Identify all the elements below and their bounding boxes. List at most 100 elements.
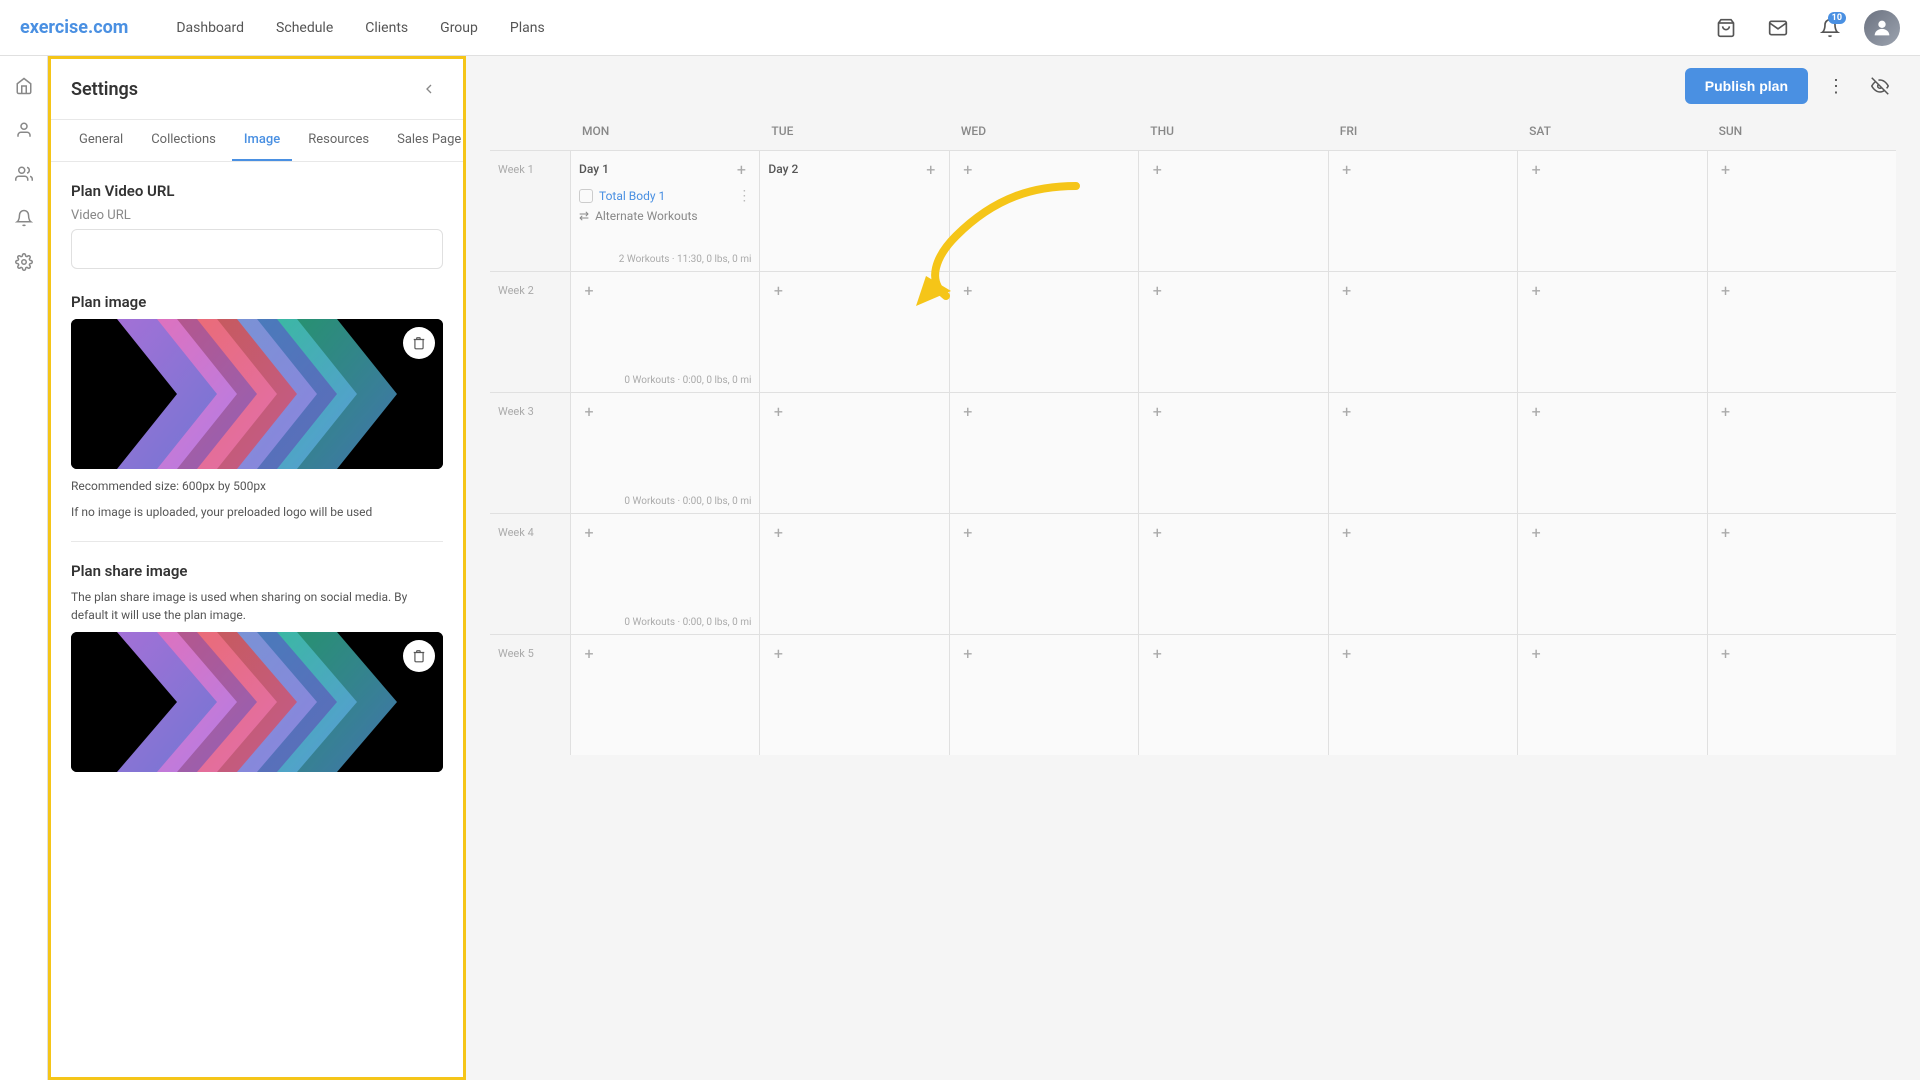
week1-day6-cell: + [1517,151,1706,271]
week4-day5-cell: + [1328,514,1517,634]
alternate-name: Alternate Workouts [595,209,698,223]
nav-right-section: 10 [1708,10,1900,46]
sidebar-user-icon[interactable] [6,112,42,148]
sidebar-home-icon[interactable] [6,68,42,104]
week4-day1-add-button[interactable]: + [579,522,599,542]
week2-day5-cell: + [1328,272,1517,392]
week2-day2-cell: + [759,272,948,392]
week1-day2-add-button[interactable]: + [921,159,941,179]
week5-day4-add-button[interactable]: + [1147,643,1167,663]
week5-day1-add-button[interactable]: + [579,643,599,663]
tab-resources[interactable]: Resources [296,120,381,161]
week3-day1-summary: 0 Workouts · 0:00, 0 lbs, 0 mi [624,496,751,507]
week5-day3-add-button[interactable]: + [958,643,978,663]
week2-day7-cell: + [1707,272,1896,392]
week-1-row: Week 1 Day 1 + Total Body 1 ⋮ ⇄ Alternat… [490,150,1896,271]
publish-plan-button[interactable]: Publish plan [1685,68,1808,104]
icon-sidebar [0,56,48,1080]
week3-day2-add-button[interactable]: + [768,401,788,421]
shop-icon-button[interactable] [1708,10,1744,46]
week3-day3-add-button[interactable]: + [958,401,978,421]
week2-day3-add-button[interactable]: + [958,280,978,300]
tab-general[interactable]: General [67,120,135,161]
week1-day3-add-button[interactable]: + [958,159,978,179]
week1-day1-add-button[interactable]: + [731,159,751,179]
header-sun: SUN [1707,116,1896,146]
sidebar-bell-icon[interactable] [6,200,42,236]
header-wed: WED [949,116,1138,146]
plan-video-url-title: Plan Video URL [71,182,443,200]
week3-day5-add-button[interactable]: + [1337,401,1357,421]
sidebar-group-icon[interactable] [6,156,42,192]
week4-day5-add-button[interactable]: + [1337,522,1357,542]
alternate-item: ⇄ Alternate Workouts [579,207,751,225]
visibility-toggle-button[interactable] [1864,70,1896,102]
week3-day4-add-button[interactable]: + [1147,401,1167,421]
week1-day4-add-button[interactable]: + [1147,159,1167,179]
nav-schedule[interactable]: Schedule [276,20,333,36]
more-options-button[interactable]: ⋮ [1820,70,1852,102]
user-avatar[interactable] [1864,10,1900,46]
tab-image[interactable]: Image [232,120,292,161]
nav-plans[interactable]: Plans [510,20,545,36]
plan-image-section: Plan image [71,293,443,521]
week1-day5-add-button[interactable]: + [1337,159,1357,179]
week2-day4-cell: + [1138,272,1327,392]
nav-dashboard[interactable]: Dashboard [176,20,244,36]
video-url-input[interactable] [71,229,443,269]
week3-day1-add-button[interactable]: + [579,401,599,421]
week5-day5-add-button[interactable]: + [1337,643,1357,663]
header-tue: TUE [759,116,948,146]
week5-day1-cell: + [570,635,759,755]
main-area: Settings General Collections Image Resou… [0,56,1920,1080]
week4-day6-add-button[interactable]: + [1526,522,1546,542]
week1-day7-add-button[interactable]: + [1716,159,1736,179]
workout-name[interactable]: Total Body 1 [599,189,665,203]
week5-day7-add-button[interactable]: + [1716,643,1736,663]
week2-day6-add-button[interactable]: + [1526,280,1546,300]
week2-day1-add-button[interactable]: + [579,280,599,300]
week2-day4-add-button[interactable]: + [1147,280,1167,300]
week5-day2-add-button[interactable]: + [768,643,788,663]
tab-collections[interactable]: Collections [139,120,228,161]
settings-panel: Settings General Collections Image Resou… [48,56,466,1080]
week2-day3-cell: + [949,272,1138,392]
week2-day7-add-button[interactable]: + [1716,280,1736,300]
tab-sales-page[interactable]: Sales Page [385,120,473,161]
notifications-icon-button[interactable]: 10 [1812,10,1848,46]
nav-group[interactable]: Group [440,20,478,36]
week1-day2-header: Day 2 + [768,159,940,179]
calendar-toolbar: Publish plan ⋮ [466,56,1920,116]
week-1-label: Week 1 [490,151,570,271]
workout-more-button[interactable]: ⋮ [737,188,751,204]
nav-clients[interactable]: Clients [365,20,408,36]
week3-day6-add-button[interactable]: + [1526,401,1546,421]
week5-day7-cell: + [1707,635,1896,755]
plan-image [71,319,443,469]
week4-day7-add-button[interactable]: + [1716,522,1736,542]
week4-day3-add-button[interactable]: + [958,522,978,542]
week4-day4-add-button[interactable]: + [1147,522,1167,542]
share-image-delete-button[interactable] [403,640,435,672]
plan-image-delete-button[interactable] [403,327,435,359]
settings-close-button[interactable] [415,75,443,103]
week3-day7-add-button[interactable]: + [1716,401,1736,421]
mail-icon-button[interactable] [1760,10,1796,46]
week3-day7-cell: + [1707,393,1896,513]
week2-day1-summary: 0 Workouts · 0:00, 0 lbs, 0 mi [624,375,751,386]
plan-image-container [71,319,443,469]
week5-day6-add-button[interactable]: + [1526,643,1546,663]
settings-content: Plan Video URL Video URL Plan image [51,162,463,1077]
image-recommended-size: Recommended size: 600px by 500px [71,477,443,495]
week4-day2-add-button[interactable]: + [768,522,788,542]
week1-day7-cell: + [1707,151,1896,271]
sidebar-settings-icon[interactable] [6,244,42,280]
plan-share-image-title: Plan share image [71,562,443,580]
week2-day5-add-button[interactable]: + [1337,280,1357,300]
workout-checkbox[interactable] [579,189,593,203]
week2-day2-add-button[interactable]: + [768,280,788,300]
app-logo[interactable]: exercise.com [20,17,128,38]
week1-day6-add-button[interactable]: + [1526,159,1546,179]
divider [71,541,443,542]
week4-day3-cell: + [949,514,1138,634]
